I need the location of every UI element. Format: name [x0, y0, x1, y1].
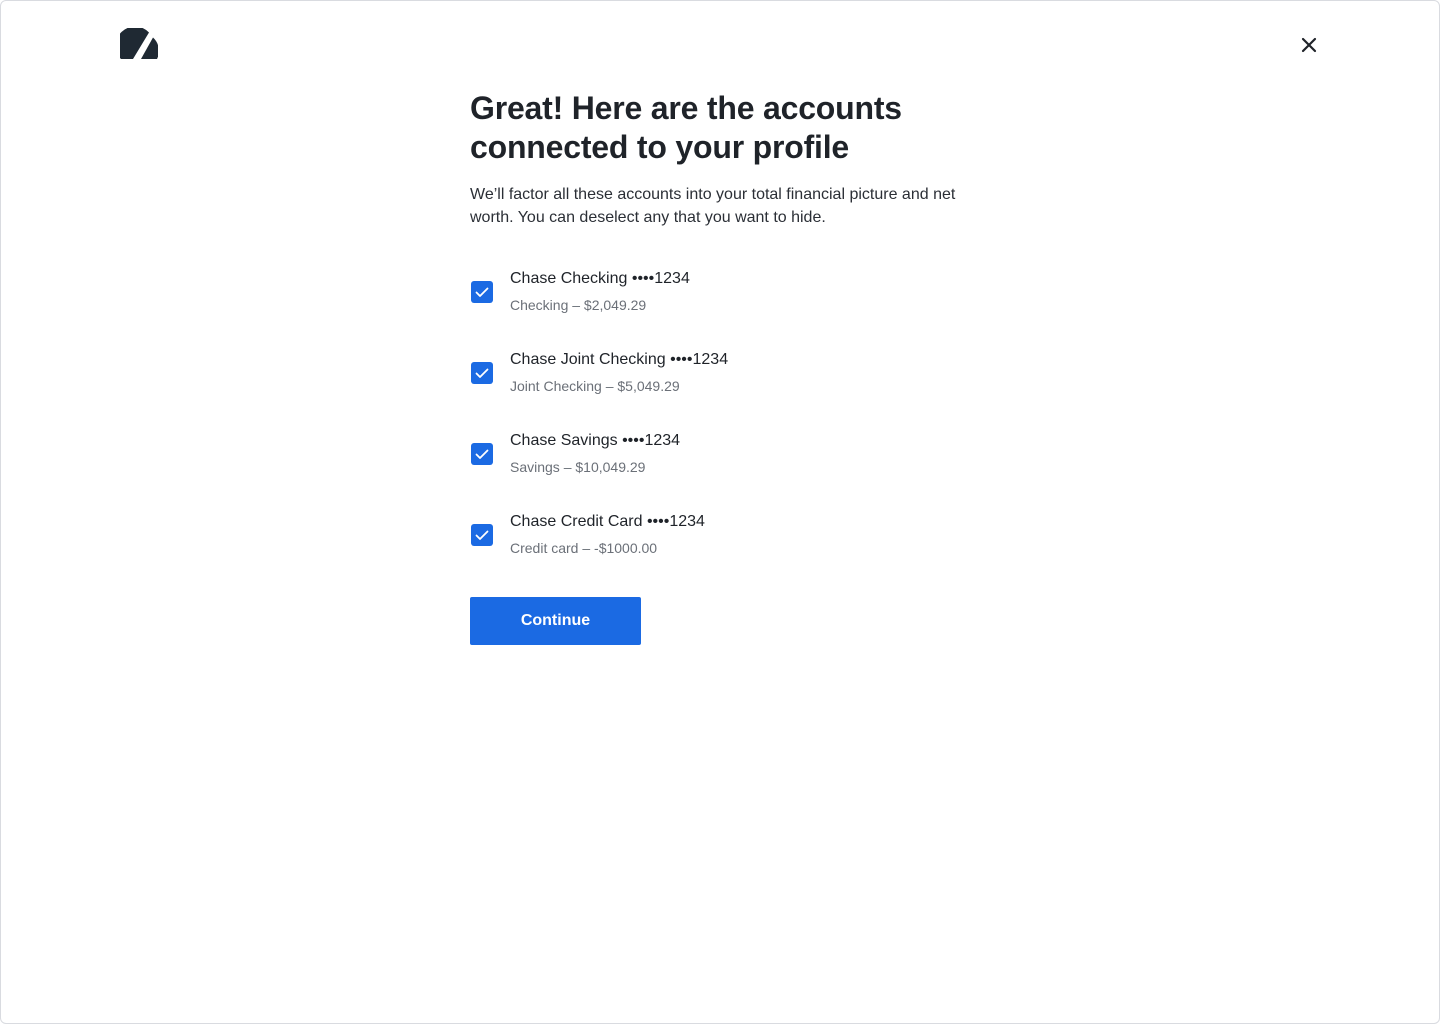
account-item-chase-credit-card[interactable]: Chase Credit Card ••••1234 Credit card –… — [470, 511, 990, 592]
continue-button[interactable]: Continue — [470, 597, 641, 645]
account-list: Chase Checking ••••1234 Checking – $2,04… — [470, 268, 990, 592]
checkmark-icon — [475, 530, 489, 540]
checkmark-icon — [475, 368, 489, 378]
account-checkbox[interactable] — [471, 362, 493, 384]
account-checkbox[interactable] — [471, 281, 493, 303]
page-subtitle: We’ll factor all these accounts into you… — [470, 186, 956, 226]
account-detail: Savings – $10,049.29 — [510, 459, 646, 475]
account-detail: Credit card – -$1000.00 — [510, 540, 658, 556]
account-detail: Checking – $2,049.29 — [510, 297, 647, 313]
account-checkbox[interactable] — [471, 443, 493, 465]
page-title: Great! Here are the accounts connected t… — [470, 90, 902, 165]
checkmark-icon — [475, 449, 489, 459]
checkmark-icon — [475, 287, 489, 297]
close-icon — [1301, 37, 1317, 53]
account-detail: Joint Checking – $5,049.29 — [510, 378, 680, 394]
connected-accounts-screen: Great! Here are the accounts connected t… — [0, 0, 1440, 1024]
main-content: Great! Here are the accounts connected t… — [470, 89, 990, 645]
account-item-chase-savings[interactable]: Chase Savings ••••1234 Savings – $10,049… — [470, 430, 990, 511]
account-checkbox[interactable] — [471, 524, 493, 546]
account-item-chase-checking[interactable]: Chase Checking ••••1234 Checking – $2,04… — [470, 268, 990, 349]
account-name: Chase Savings ••••1234 — [510, 432, 681, 449]
account-item-chase-joint-checking[interactable]: Chase Joint Checking ••••1234 Joint Chec… — [470, 349, 990, 430]
close-button[interactable] — [1295, 31, 1323, 59]
app-logo-icon — [115, 26, 159, 60]
account-name: Chase Checking ••••1234 — [510, 270, 690, 287]
account-name: Chase Joint Checking ••••1234 — [510, 351, 729, 368]
account-name: Chase Credit Card ••••1234 — [510, 513, 705, 530]
